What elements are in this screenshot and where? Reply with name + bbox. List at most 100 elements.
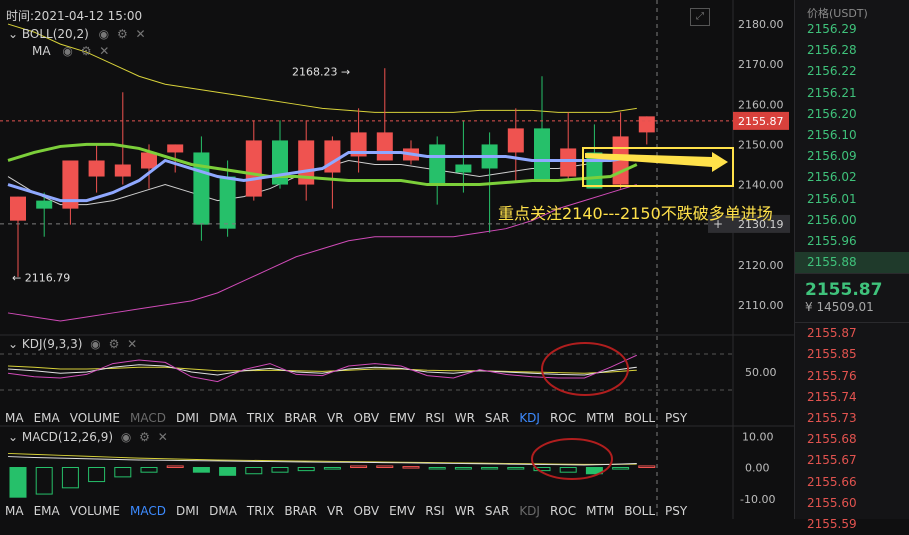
macd-highlight-circle [531, 438, 613, 480]
indicator-tab-psy[interactable]: PSY [660, 504, 692, 518]
ladder-bid-row[interactable]: 2156.29 [795, 19, 909, 40]
candle-body [245, 140, 262, 197]
close-icon[interactable]: ✕ [127, 337, 137, 351]
indicator-tab-dma[interactable]: DMA [204, 504, 242, 518]
boll-label: BOLL(20,2) [21, 27, 89, 41]
ladder-ask-row[interactable]: 2155.67 [795, 450, 909, 471]
indicator-tab-ma[interactable]: MA [0, 411, 29, 425]
indicator-tab-mtm[interactable]: MTM [581, 411, 619, 425]
ladder-ask-row[interactable]: 2155.87 [795, 323, 909, 344]
ladder-bid-row[interactable]: 2156.02 [795, 167, 909, 188]
macd-legend: ⌄ MACD(12,26,9) ◉ ⚙ ✕ [8, 430, 168, 444]
y-tick-label: 2120.00 [738, 259, 784, 272]
collapse-icon[interactable]: ⌄ [8, 337, 18, 351]
indicator-tab-trix[interactable]: TRIX [242, 411, 279, 425]
indicator-tab-roc[interactable]: ROC [545, 411, 581, 425]
gear-icon[interactable]: ⚙ [109, 337, 120, 351]
indicator-tab-ema[interactable]: EMA [29, 411, 65, 425]
indicator-tab-trix[interactable]: TRIX [242, 504, 279, 518]
current-price-label: 2155.87 [738, 115, 784, 128]
macd-bar [638, 465, 656, 468]
indicator-tab-rsi[interactable]: RSI [420, 504, 450, 518]
kdj-y-tick: 50.00 [745, 366, 777, 379]
indicator-tab-dmi[interactable]: DMI [171, 504, 204, 518]
indicator-tab-ema[interactable]: EMA [29, 504, 65, 518]
eye-icon[interactable]: ◉ [90, 337, 100, 351]
ladder-ask-row[interactable]: 2155.74 [795, 387, 909, 408]
ladder-ask-row[interactable]: 2155.60 [795, 493, 909, 514]
candle-body [114, 164, 131, 177]
close-icon[interactable]: ✕ [136, 27, 146, 41]
close-icon[interactable]: ✕ [158, 430, 168, 444]
indicator-tab-sar[interactable]: SAR [480, 504, 514, 518]
indicator-tab-obv[interactable]: OBV [349, 411, 385, 425]
indicator-tab-mtm[interactable]: MTM [581, 504, 619, 518]
ladder-bid-row[interactable]: 2155.96 [795, 231, 909, 252]
ladder-bid-row[interactable]: 2155.88 [795, 252, 909, 274]
indicator-tab-macd[interactable]: MACD [125, 504, 171, 518]
candle-body [324, 140, 341, 173]
ladder-ask-row[interactable]: 2155.73 [795, 408, 909, 429]
eye-icon[interactable]: ◉ [62, 44, 72, 58]
y-tick-label: 2170.00 [738, 58, 784, 71]
ladder-bid-row[interactable]: 2156.01 [795, 189, 909, 210]
indicator-tab-obv[interactable]: OBV [349, 504, 385, 518]
close-icon[interactable]: ✕ [99, 44, 109, 58]
indicator-tab-sar[interactable]: SAR [480, 411, 514, 425]
ladder-ask-row[interactable]: 2155.76 [795, 366, 909, 387]
ladder-ask-row[interactable]: 2155.59 [795, 514, 909, 535]
indicator-tab-dma[interactable]: DMA [204, 411, 242, 425]
indicator-tab-vr[interactable]: VR [322, 411, 349, 425]
ladder-bid-row[interactable]: 2156.21 [795, 83, 909, 104]
time-label: 时间:2021-04-12 15:00 [6, 9, 143, 23]
indicator-tab-kdj[interactable]: KDJ [514, 411, 545, 425]
indicator-tab-vr[interactable]: VR [322, 504, 349, 518]
gear-icon[interactable]: ⚙ [81, 44, 92, 58]
macd-bar [219, 467, 237, 476]
indicator-tab-wr[interactable]: WR [450, 504, 480, 518]
indicator-tab-psy[interactable]: PSY [660, 411, 692, 425]
indicator-tab-rsi[interactable]: RSI [420, 411, 450, 425]
indicator-tab-kdj[interactable]: KDJ [514, 504, 545, 518]
macd-bar [297, 467, 315, 472]
indicator-tab-brar[interactable]: BRAR [279, 411, 322, 425]
macd-bar [140, 467, 158, 473]
gear-icon[interactable]: ⚙ [139, 430, 150, 444]
ma-legend: MA ◉ ⚙ ✕ [32, 44, 109, 58]
ladder-ask-row[interactable]: 2155.85 [795, 344, 909, 365]
ladder-bid-row[interactable]: 2156.00 [795, 210, 909, 231]
indicator-tab-emv[interactable]: EMV [384, 504, 420, 518]
macd-bar [428, 467, 446, 470]
indicator-tab-macd[interactable]: MACD [125, 411, 171, 425]
last-price-cny: ¥ 14509.01 [805, 300, 874, 315]
fullscreen-icon[interactable]: ⤢ [690, 8, 710, 26]
macd-bar [9, 467, 27, 498]
indicator-tab-boll[interactable]: BOLL [619, 411, 660, 425]
macd-bar [88, 467, 106, 483]
indicator-tab-volume[interactable]: VOLUME [65, 411, 125, 425]
ladder-ask-row[interactable]: 2155.66 [795, 472, 909, 493]
eye-icon[interactable]: ◉ [99, 27, 109, 41]
collapse-icon[interactable]: ⌄ [8, 27, 18, 41]
gear-icon[interactable]: ⚙ [117, 27, 128, 41]
candle-body [10, 196, 26, 221]
macd-bar [192, 467, 210, 473]
collapse-icon[interactable]: ⌄ [8, 430, 18, 444]
ladder-bid-row[interactable]: 2156.28 [795, 40, 909, 61]
indicator-tab-emv[interactable]: EMV [384, 411, 420, 425]
trading-chart-app: 2180.002170.002160.002150.002140.002130.… [0, 0, 909, 531]
indicator-tab-roc[interactable]: ROC [545, 504, 581, 518]
indicator-tab-dmi[interactable]: DMI [171, 411, 204, 425]
indicator-tab-volume[interactable]: VOLUME [65, 504, 125, 518]
ladder-bid-row[interactable]: 2156.20 [795, 104, 909, 125]
indicator-tab-wr[interactable]: WR [450, 411, 480, 425]
ladder-bid-row[interactable]: 2156.09 [795, 146, 909, 167]
ladder-bid-row[interactable]: 2156.22 [795, 61, 909, 82]
indicator-tab-ma[interactable]: MA [0, 504, 29, 518]
kdj-label: KDJ(9,3,3) [21, 337, 83, 351]
indicator-tab-brar[interactable]: BRAR [279, 504, 322, 518]
indicator-tab-boll[interactable]: BOLL [619, 504, 660, 518]
ladder-bid-row[interactable]: 2156.10 [795, 125, 909, 146]
ladder-ask-row[interactable]: 2155.68 [795, 429, 909, 450]
eye-icon[interactable]: ◉ [121, 430, 131, 444]
